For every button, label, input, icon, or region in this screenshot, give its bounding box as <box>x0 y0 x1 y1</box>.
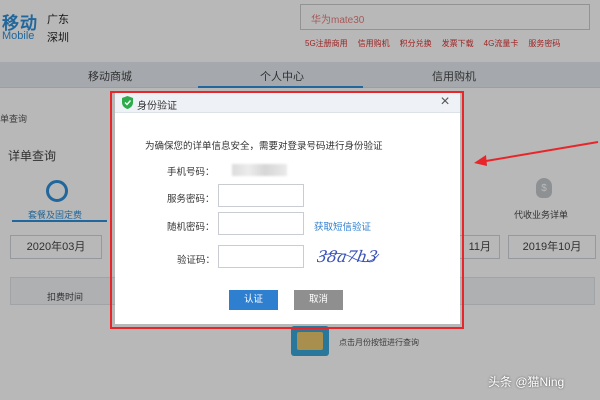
captcha-input[interactable] <box>218 245 304 268</box>
captcha-text: 38a7h3 <box>317 247 379 266</box>
random-password-label: 随机密码： <box>167 222 215 233</box>
shield-icon <box>122 96 133 109</box>
get-sms-code-link[interactable]: 获取短信验证 <box>314 219 371 233</box>
red-arrow-annotation <box>474 141 599 166</box>
service-password-label: 服务密码： <box>167 194 215 205</box>
masked-phone-number <box>232 164 287 176</box>
random-password-input[interactable] <box>218 212 304 235</box>
dialog-titlebar: 身份验证 × <box>115 93 460 113</box>
watermark: 头条 @猫Ning <box>488 375 565 389</box>
service-password-input[interactable] <box>218 184 304 207</box>
phone-label: 手机号码： <box>167 167 215 178</box>
confirm-button[interactable]: 认证 <box>229 290 278 310</box>
identity-verification-dialog: 身份验证 × 为确保您的详单信息安全，需要对登录号码进行身份验证 手机号码： 服… <box>115 93 460 324</box>
dialog-title: 身份验证 <box>137 101 177 112</box>
captcha-image[interactable]: 38a7h3 <box>317 245 381 267</box>
cancel-button[interactable]: 取消 <box>294 290 343 310</box>
close-icon[interactable]: × <box>438 94 452 110</box>
captcha-label: 验证码： <box>177 255 216 266</box>
security-notice: 为确保您的详单信息安全，需要对登录号码进行身份验证 <box>145 141 383 152</box>
